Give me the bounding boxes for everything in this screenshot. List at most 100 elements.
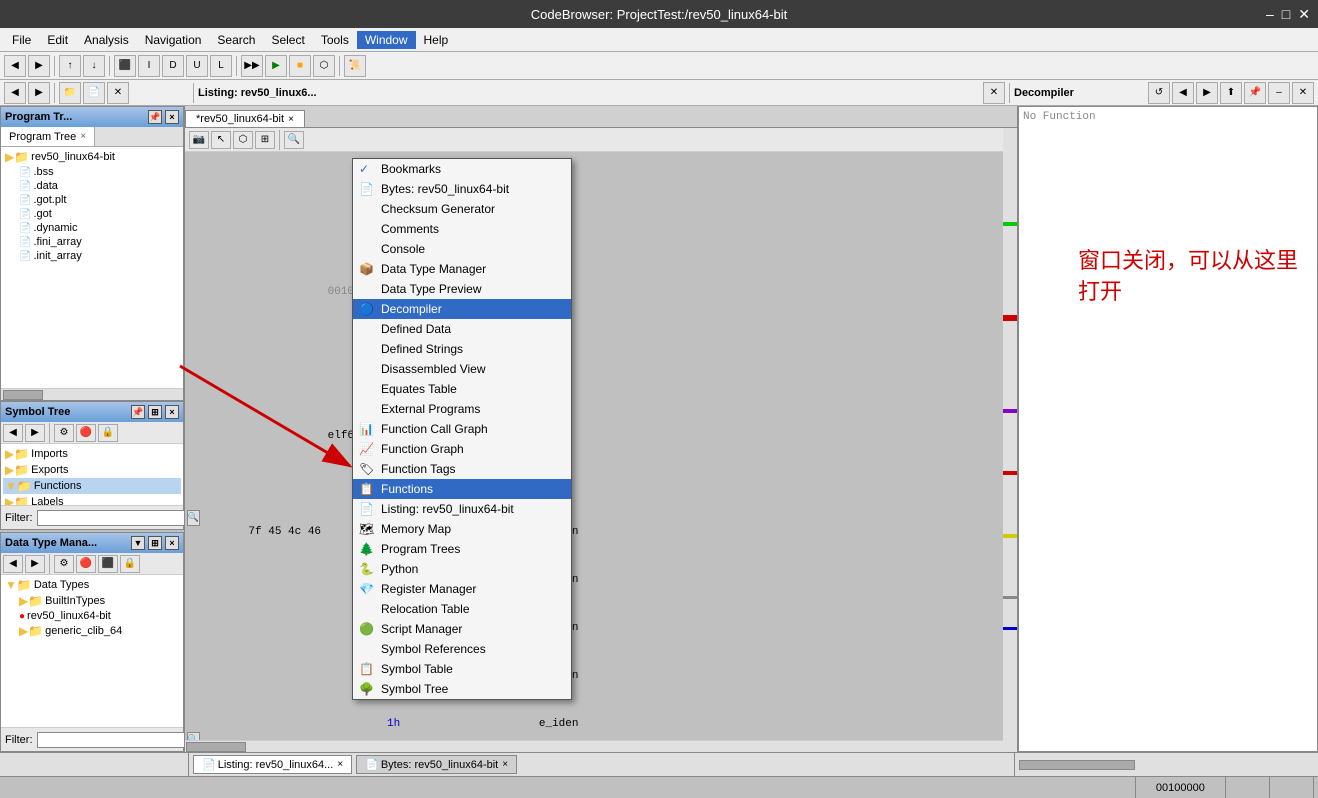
sym-toolbar-btn4[interactable]: 🔴 xyxy=(76,424,96,442)
sym-item-exports[interactable]: ▶📁 Exports xyxy=(3,462,181,478)
tb-script[interactable]: 📜 xyxy=(344,55,366,77)
prog-tree-tab[interactable]: Program Tree × xyxy=(1,127,95,146)
menu-comments[interactable]: Comments xyxy=(353,219,571,239)
menu-help[interactable]: Help xyxy=(416,31,457,49)
menu-functions[interactable]: 📋 Functions xyxy=(353,479,571,499)
prog-tree-btn1[interactable]: 📁 xyxy=(59,82,81,104)
listing-tb-layout[interactable]: ⊞ xyxy=(255,131,275,149)
dtype-btn4[interactable]: 🔒 xyxy=(120,555,140,573)
dtype-btn2[interactable]: 🔴 xyxy=(76,555,96,573)
decomp-close[interactable]: ✕ xyxy=(1292,82,1314,104)
listing-tb-cursor[interactable]: ↖ xyxy=(211,131,231,149)
bottom-tab-listing-close[interactable]: × xyxy=(337,759,343,770)
menu-defined-data[interactable]: Defined Data xyxy=(353,319,571,339)
tree-item-fini[interactable]: 📄 .fini_array xyxy=(3,235,181,249)
decomp-btn3[interactable]: ▶ xyxy=(1196,82,1218,104)
dtype-forward[interactable]: ▶ xyxy=(25,555,45,573)
close-btn[interactable]: ✕ xyxy=(1298,6,1310,23)
sym-tree-close-btn[interactable]: × xyxy=(165,405,179,419)
sym-tree-btn2[interactable]: ⊞ xyxy=(148,405,162,419)
menu-symbol-references[interactable]: Symbol References xyxy=(353,639,571,659)
listing-tb-cam[interactable]: 📷 xyxy=(189,131,209,149)
menu-func-call-graph[interactable]: 📊 Function Call Graph xyxy=(353,419,571,439)
dtype-btn2[interactable]: ⊞ xyxy=(148,536,162,550)
menu-edit[interactable]: Edit xyxy=(39,31,76,49)
sym-tree-pin[interactable]: 📌 xyxy=(131,405,145,419)
tree-item-dynamic[interactable]: 📄 .dynamic xyxy=(3,221,181,235)
sym-item-functions[interactable]: ▼📁 Functions xyxy=(3,478,181,494)
dtype-item-generic[interactable]: ▶📁 generic_clib_64 xyxy=(3,623,181,639)
menu-console[interactable]: Console xyxy=(353,239,571,259)
prog-tree-close-btn[interactable]: × xyxy=(165,110,179,124)
listing-tb-select[interactable]: ⬡ xyxy=(233,131,253,149)
tb-btn6[interactable]: U xyxy=(186,55,208,77)
menu-analysis[interactable]: Analysis xyxy=(76,31,137,49)
menu-disassembled[interactable]: Disassembled View xyxy=(353,359,571,379)
prog-tree-nav-right[interactable]: ▶ xyxy=(28,82,50,104)
decomp-btn1[interactable]: ↺ xyxy=(1148,82,1170,104)
bottom-tab-listing[interactable]: 📄 Listing: rev50_linux64... × xyxy=(193,755,352,774)
sym-item-labels[interactable]: ▶📁 Labels xyxy=(3,494,181,505)
menu-func-tags[interactable]: 🏷 Function Tags xyxy=(353,459,571,479)
menu-dtype-manager[interactable]: 📦 Data Type Manager xyxy=(353,259,571,279)
menu-search[interactable]: Search xyxy=(209,31,263,49)
listing-tb-zoom[interactable]: 🔍 xyxy=(284,131,304,149)
dtype-item-rev50[interactable]: ● rev50_linux64-bit xyxy=(3,609,181,623)
menu-checksum[interactable]: Checksum Generator xyxy=(353,199,571,219)
tree-item-got[interactable]: 📄 .got xyxy=(3,207,181,221)
tb-btn4[interactable]: I xyxy=(138,55,160,77)
sym-toolbar-btn3[interactable]: ⚙ xyxy=(54,424,74,442)
tree-item-init[interactable]: 📄 .init_array xyxy=(3,249,181,263)
menu-bytes[interactable]: 📄 Bytes: rev50_linux64-bit xyxy=(353,179,571,199)
prog-tree-close[interactable]: ✕ xyxy=(107,82,129,104)
listing-tab-rev50-close[interactable]: × xyxy=(288,114,294,125)
menu-dtype-preview[interactable]: Data Type Preview xyxy=(353,279,571,299)
prog-tree-nav-left[interactable]: ◀ xyxy=(4,82,26,104)
tb-forward[interactable]: ▶ xyxy=(28,55,50,77)
sym-toolbar-btn5[interactable]: 🔒 xyxy=(98,424,118,442)
tb-back[interactable]: ◀ xyxy=(4,55,26,77)
tb-btn3[interactable]: ⬛ xyxy=(114,55,136,77)
menu-select[interactable]: Select xyxy=(263,31,312,49)
tb-down[interactable]: ↓ xyxy=(83,55,105,77)
tree-item-data[interactable]: 📄 .data xyxy=(3,179,181,193)
menu-symbol-tree[interactable]: 🌳 Symbol Tree xyxy=(353,679,571,699)
menu-bookmarks[interactable]: ✓ Bookmarks xyxy=(353,159,571,179)
bottom-tab-bytes[interactable]: 📄 Bytes: rev50_linux64-bit × xyxy=(356,755,517,774)
menu-register-manager[interactable]: 💎 Register Manager xyxy=(353,579,571,599)
menu-memory-map[interactable]: 🗺 Memory Map xyxy=(353,519,571,539)
menu-defined-strings[interactable]: Defined Strings xyxy=(353,339,571,359)
tree-item-bss[interactable]: 📄 .bss xyxy=(3,165,181,179)
prog-tree-tab-close[interactable]: × xyxy=(80,131,86,142)
prog-tree-btn2[interactable]: 📄 xyxy=(83,82,105,104)
tb-up[interactable]: ↑ xyxy=(59,55,81,77)
decomp-btn2[interactable]: ◀ xyxy=(1172,82,1194,104)
menu-tools[interactable]: Tools xyxy=(313,31,357,49)
dtype-item-builtin[interactable]: ▶📁 BuiltInTypes xyxy=(3,593,181,609)
prog-tree-pin[interactable]: 📌 xyxy=(148,110,162,124)
dtype-btn1[interactable]: ⚙ xyxy=(54,555,74,573)
decomp-minimize[interactable]: – xyxy=(1268,82,1290,104)
menu-decompiler[interactable]: 🔵 Decompiler xyxy=(353,299,571,319)
sym-toolbar-btn1[interactable]: ◀ xyxy=(3,424,23,442)
dtype-filter-input[interactable] xyxy=(37,732,185,748)
tree-item-gotplt[interactable]: 📄 .got.plt xyxy=(3,193,181,207)
menu-equates[interactable]: Equates Table xyxy=(353,379,571,399)
decomp-btn4[interactable]: ⬆ xyxy=(1220,82,1242,104)
bottom-tab-bytes-close[interactable]: × xyxy=(502,759,508,770)
tb-btn5[interactable]: D xyxy=(162,55,184,77)
tree-item-root[interactable]: ▶📁 rev50_linux64-bit xyxy=(3,149,181,165)
menu-navigation[interactable]: Navigation xyxy=(137,31,210,49)
decomp-btn5[interactable]: 📌 xyxy=(1244,82,1266,104)
dtype-pin[interactable]: ▼ xyxy=(131,536,145,550)
menu-window[interactable]: Window xyxy=(357,31,416,49)
minimize-btn[interactable]: – xyxy=(1266,6,1274,23)
maximize-btn[interactable]: □ xyxy=(1282,6,1290,23)
tb-stop[interactable]: ■ xyxy=(289,55,311,77)
dtype-back[interactable]: ◀ xyxy=(3,555,23,573)
dtype-close-btn[interactable]: × xyxy=(165,536,179,550)
menu-program-trees[interactable]: 🌲 Program Trees xyxy=(353,539,571,559)
menu-external-programs[interactable]: External Programs xyxy=(353,399,571,419)
sym-item-imports[interactable]: ▶📁 Imports xyxy=(3,446,181,462)
dtype-item-root[interactable]: ▼📁 Data Types xyxy=(3,577,181,593)
